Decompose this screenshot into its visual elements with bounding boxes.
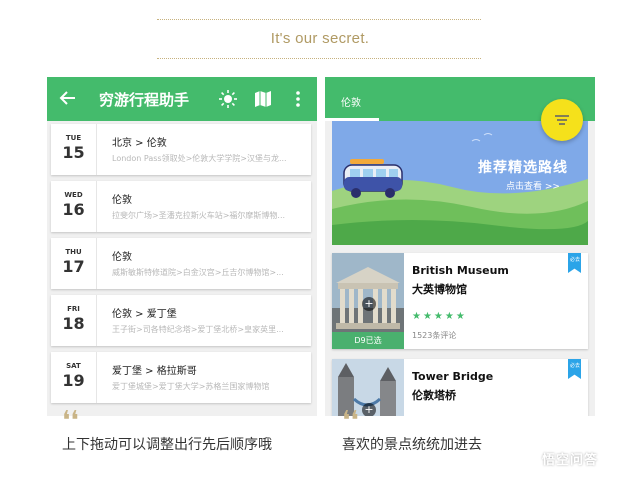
- date-block: TUE 15: [51, 124, 97, 175]
- tab-london[interactable]: 伦敦: [341, 94, 361, 109]
- date-block: THU 17: [51, 238, 97, 289]
- date-block: WED 16: [51, 181, 97, 232]
- trip-day-card[interactable]: THU 17 伦敦 威斯敏斯特修道院>白金汉宫>丘吉尔博物馆>...: [51, 238, 311, 289]
- weekday: SAT: [66, 362, 81, 370]
- route-title: 伦敦: [112, 252, 132, 263]
- watermark-text: 悟空问答: [542, 453, 599, 468]
- poi-name-en: British Museum: [412, 264, 509, 277]
- banner-title: 推荐精选路线: [478, 160, 568, 176]
- must-see-ribbon: 必去: [568, 253, 581, 273]
- day-number: 17: [62, 257, 85, 276]
- bottom-divider: [157, 58, 481, 59]
- add-poi-icon[interactable]: +: [362, 297, 376, 311]
- trip-day-list: TUE 15 北京 > 伦敦 London Pass领取处>伦敦大学学院>汉堡与…: [51, 124, 311, 409]
- selected-badge: D9已选: [332, 332, 404, 349]
- app-bar: 穷游行程助手: [47, 77, 317, 121]
- day-number: 19: [62, 371, 85, 390]
- quote-mark-icon: ❛❛: [342, 406, 359, 436]
- review-count: 1523条评论: [412, 331, 457, 340]
- route-title: 爱丁堡 > 格拉斯哥: [112, 366, 197, 377]
- poi-photo: + D9已选: [332, 253, 404, 349]
- trip-day-card[interactable]: FRI 18 伦敦 > 爱丁堡 王子街>司各特纪念塔>爱丁堡北桥>皇家英里...: [51, 295, 311, 346]
- weekday: THU: [65, 248, 82, 256]
- must-see-label: 必去: [570, 363, 581, 369]
- route-title: 伦敦 > 爱丁堡: [112, 309, 177, 320]
- filter-icon: [555, 115, 569, 125]
- map-icon[interactable]: [252, 88, 274, 110]
- route-detail: 拉斐尔广场>圣潘克拉斯火车站>福尔摩斯博物...: [112, 211, 286, 220]
- watermark: 悟空问答: [516, 446, 632, 470]
- route-detail: 王子街>司各特纪念塔>爱丁堡北桥>皇家英里...: [112, 325, 284, 334]
- quote-mark-icon: ❛❛: [62, 406, 79, 436]
- poi-card[interactable]: + D9已选 British Museum 大英博物馆 ★★★★★ 1523条评…: [332, 253, 588, 349]
- brightness-icon[interactable]: [217, 88, 239, 110]
- poi-name-cn: 大英博物馆: [412, 283, 467, 296]
- must-see-ribbon: 必去: [568, 359, 581, 379]
- app-title: 穷游行程助手: [99, 91, 190, 109]
- back-arrow-icon[interactable]: [57, 87, 79, 109]
- weekday: FRI: [67, 305, 80, 313]
- recommended-route-banner[interactable]: 推荐精选路线 点击查看 >>: [332, 121, 588, 245]
- right-caption: 喜欢的景点统统加进去: [342, 437, 482, 453]
- day-number: 16: [62, 200, 85, 219]
- left-caption: 上下拖动可以调整出行先后顺序哦: [62, 437, 272, 453]
- date-block: FRI 18: [51, 295, 97, 346]
- poi-name-cn: 伦敦塔桥: [412, 389, 456, 402]
- trip-day-card[interactable]: SAT 19 爱丁堡 > 格拉斯哥 爱丁堡城堡>爱丁堡大学>苏格兰国家博物馆: [51, 352, 311, 403]
- route-detail: 爱丁堡城堡>爱丁堡大学>苏格兰国家博物馆: [112, 382, 270, 391]
- top-divider: [157, 19, 481, 20]
- day-number: 15: [62, 143, 85, 162]
- filter-button[interactable]: [541, 99, 583, 141]
- poi-name-en: Tower Bridge: [412, 370, 494, 383]
- trip-day-card[interactable]: WED 16 伦敦 拉斐尔广场>圣潘克拉斯火车站>福尔摩斯博物...: [51, 181, 311, 232]
- speech-bubble-icon: [518, 450, 536, 469]
- itinerary-screen: 穷游行程助手 TUE 15 北京 > 伦敦 London Pass领取处>伦敦大…: [47, 77, 317, 416]
- weekday: WED: [64, 191, 83, 199]
- tagline: It's our secret.: [270, 30, 370, 47]
- route-detail: 威斯敏斯特修道院>白金汉宫>丘吉尔博物馆>...: [112, 268, 284, 277]
- date-block: SAT 19: [51, 352, 97, 403]
- weekday: TUE: [65, 134, 82, 142]
- route-detail: London Pass领取处>伦敦大学学院>汉堡与龙...: [112, 154, 287, 163]
- route-title: 伦敦: [112, 195, 132, 206]
- poi-card[interactable]: + Tower Bridge 伦敦塔桥 必去: [332, 359, 588, 416]
- route-title: 北京 > 伦敦: [112, 138, 167, 149]
- day-number: 18: [62, 314, 85, 333]
- city-screen: 伦敦 推荐精选路线 点击查看 >> + D9已选 British Museum …: [325, 77, 595, 416]
- add-poi-icon[interactable]: +: [362, 403, 376, 416]
- must-see-label: 必去: [570, 257, 581, 263]
- more-options-icon[interactable]: [287, 88, 309, 110]
- rating-stars: ★★★★★: [412, 311, 467, 322]
- trip-day-card[interactable]: TUE 15 北京 > 伦敦 London Pass领取处>伦敦大学学院>汉堡与…: [51, 124, 311, 175]
- banner-view-link[interactable]: 点击查看 >>: [506, 179, 560, 192]
